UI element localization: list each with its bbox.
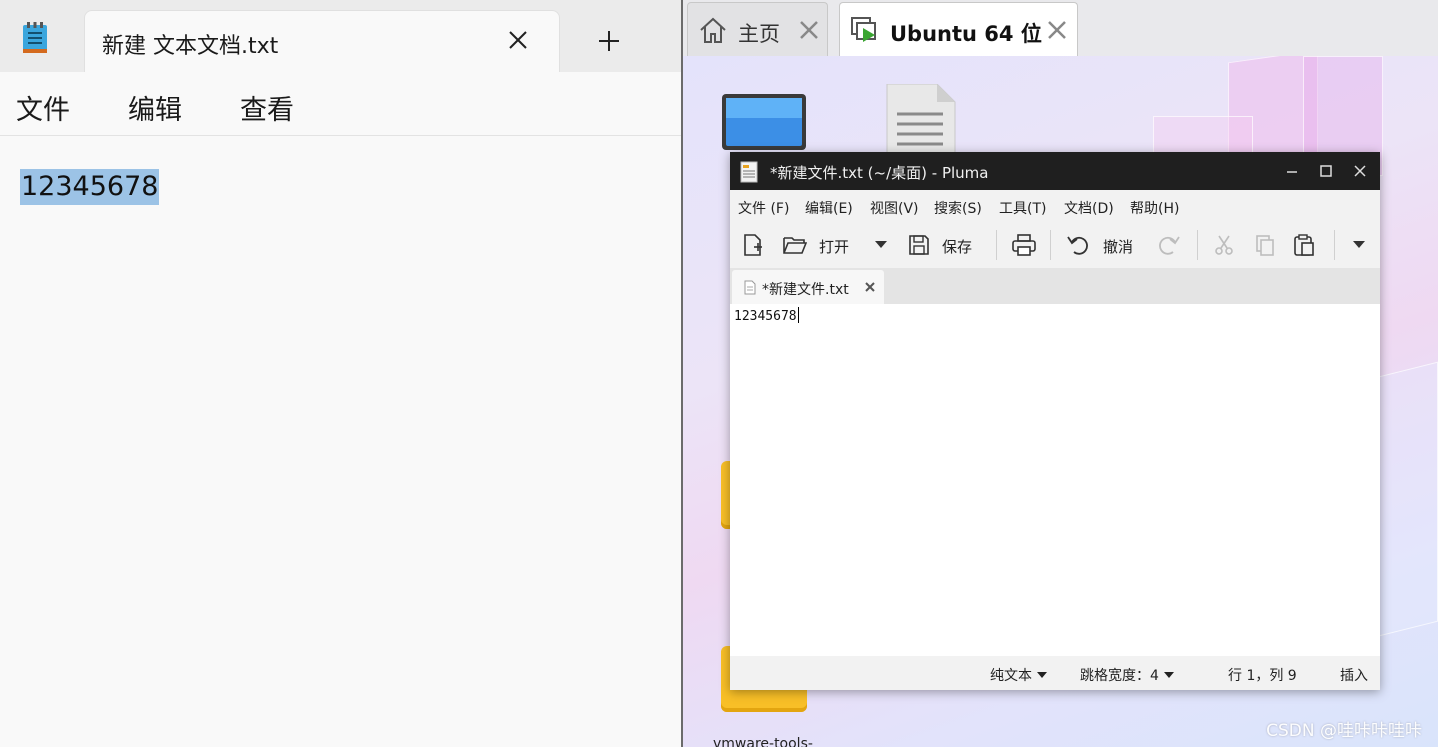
toolbar-separator xyxy=(1050,230,1051,260)
plus-icon[interactable] xyxy=(594,26,624,56)
syntax-mode-label: 纯文本 xyxy=(990,668,1032,684)
close-icon[interactable] xyxy=(1046,19,1068,41)
notepad-tab-title: 新建 文本文档.txt xyxy=(102,34,279,59)
notepad-tabstrip: 新建 文本文档.txt xyxy=(0,0,681,72)
document-text[interactable]: 12345678 xyxy=(734,307,799,324)
redo-button[interactable] xyxy=(1158,232,1184,258)
pluma-window-title: *新建文件.txt (~/桌面) - Pluma xyxy=(770,164,989,182)
print-button[interactable] xyxy=(1012,232,1038,258)
minimize-icon[interactable] xyxy=(1283,162,1301,180)
copy-icon xyxy=(1256,235,1274,256)
computer-icon[interactable] xyxy=(720,92,808,154)
toolbar-separator xyxy=(1197,230,1198,260)
text-caret xyxy=(797,307,799,323)
copy-button[interactable] xyxy=(1254,232,1278,258)
vm-play-icon xyxy=(851,17,876,42)
menu-file[interactable]: 文件 xyxy=(16,88,70,127)
chevron-down-icon xyxy=(1037,672,1047,678)
chevron-down-icon xyxy=(1163,672,1174,678)
pluma-toolbar: 打开 保存 撤消 xyxy=(730,222,1380,268)
new-document-icon xyxy=(744,234,762,256)
close-icon[interactable] xyxy=(798,19,820,41)
toolbar-separator xyxy=(1334,230,1335,260)
tab-home-label: 主页 xyxy=(738,22,780,46)
notepad-window: 新建 文本文档.txt 文件 编辑 查看 12345678 xyxy=(0,0,681,747)
watermark: CSDN @哇咔咔哇咔 xyxy=(1266,721,1422,741)
document-text-content: 12345678 xyxy=(734,309,797,324)
syntax-mode-dropdown[interactable]: 纯文本 xyxy=(990,665,1047,685)
menu-edit[interactable]: 编辑(E) xyxy=(805,198,853,218)
vmware-tabbar: 主页 Ubuntu 64 位 xyxy=(683,0,1438,56)
menu-documents[interactable]: 文档(D) xyxy=(1064,198,1114,218)
menu-tools[interactable]: 工具(T) xyxy=(999,198,1046,218)
cursor-position: 行 1，列 9 xyxy=(1228,668,1297,684)
menu-help[interactable]: 帮助(H) xyxy=(1130,198,1179,218)
tab-ubuntu-label: Ubuntu 64 位 xyxy=(890,22,1042,46)
menu-view[interactable]: 查看 xyxy=(240,88,294,127)
redo-icon xyxy=(1159,236,1180,255)
menu-edit[interactable]: 编辑 xyxy=(128,88,182,127)
chevron-down-icon[interactable] xyxy=(1353,241,1365,249)
save-button[interactable]: 保存 xyxy=(908,232,978,258)
text-editor-icon xyxy=(740,161,758,183)
close-icon[interactable] xyxy=(1351,162,1369,180)
save-icon xyxy=(909,235,929,255)
tab-width-label: 跳格宽度：4 xyxy=(1080,668,1159,684)
home-icon xyxy=(700,17,726,43)
document-icon xyxy=(744,280,756,295)
clipboard-icon xyxy=(1294,234,1314,256)
toolbar-separator xyxy=(996,230,997,260)
open-button[interactable]: 打开 xyxy=(783,232,873,258)
tab-width-dropdown[interactable]: 跳格宽度：4 xyxy=(1080,665,1174,685)
vmware-window: 主页 Ubuntu 64 位 vmware-tools- CSDN @哇咔咔哇咔… xyxy=(683,0,1438,747)
scissors-icon xyxy=(1215,235,1233,255)
pluma-titlebar[interactable]: *新建文件.txt (~/桌面) - Pluma xyxy=(730,152,1380,190)
desktop-item-label: vmware-tools- xyxy=(713,736,813,747)
tab-home[interactable]: 主页 xyxy=(687,2,828,56)
new-document-button[interactable] xyxy=(742,232,768,258)
notepad-tab[interactable]: 新建 文本文档.txt xyxy=(84,10,560,72)
notepad-app-icon xyxy=(23,22,47,53)
chevron-down-icon[interactable] xyxy=(875,241,887,249)
menu-file[interactable]: 文件 (F) xyxy=(738,198,789,218)
insert-mode: 插入 xyxy=(1340,668,1368,684)
menu-view[interactable]: 视图(V) xyxy=(870,198,919,218)
pluma-window: *新建文件.txt (~/桌面) - Pluma 文件 (F) 编辑(E) 视图… xyxy=(730,152,1380,690)
text-file-icon[interactable] xyxy=(885,84,957,154)
folder-open-icon xyxy=(783,237,807,254)
notepad-editor[interactable]: 12345678 xyxy=(0,137,681,747)
selected-text[interactable]: 12345678 xyxy=(20,169,160,205)
menu-search[interactable]: 搜索(S) xyxy=(934,198,982,218)
notepad-menubar: 文件 编辑 查看 xyxy=(0,72,681,136)
cut-button[interactable] xyxy=(1213,232,1237,258)
undo-button[interactable]: 撤消 xyxy=(1067,232,1147,258)
pluma-menubar: 文件 (F) 编辑(E) 视图(V) 搜索(S) 工具(T) 文档(D) 帮助(… xyxy=(730,190,1380,222)
undo-icon xyxy=(1067,236,1088,255)
tab-document[interactable]: *新建文件.txt xyxy=(732,270,884,304)
paste-button[interactable] xyxy=(1293,232,1317,258)
close-icon[interactable] xyxy=(505,27,531,53)
pluma-text-area[interactable]: 12345678 xyxy=(730,304,1380,656)
close-icon[interactable] xyxy=(864,281,876,293)
pluma-statusbar: 纯文本 跳格宽度：4 行 1，列 9 插入 xyxy=(730,656,1380,690)
tab-ubuntu-vm[interactable]: Ubuntu 64 位 xyxy=(839,2,1078,56)
tab-document-label: *新建文件.txt xyxy=(762,282,849,298)
pluma-tabbar: *新建文件.txt xyxy=(730,268,1380,304)
printer-icon xyxy=(1012,234,1036,256)
save-label: 保存 xyxy=(942,238,973,256)
open-label: 打开 xyxy=(819,238,850,256)
undo-label: 撤消 xyxy=(1103,238,1134,256)
maximize-icon[interactable] xyxy=(1317,162,1335,180)
